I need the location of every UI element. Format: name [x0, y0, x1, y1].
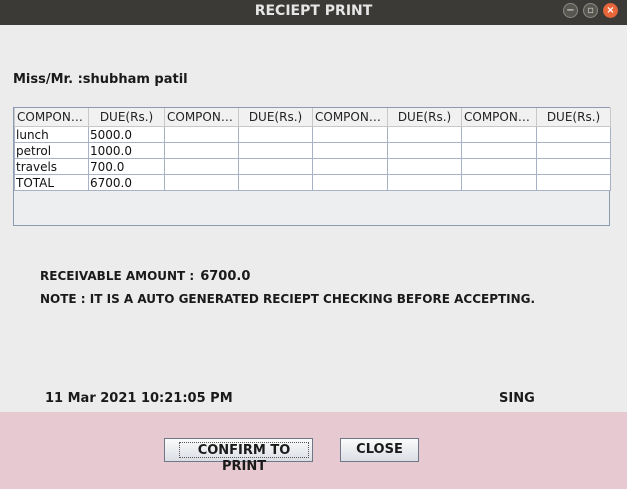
- table-cell[interactable]: [312, 142, 388, 159]
- table-cell[interactable]: [461, 126, 537, 143]
- table-cell[interactable]: [164, 158, 239, 175]
- table-cell[interactable]: [387, 126, 462, 143]
- table-cell[interactable]: [387, 142, 462, 159]
- receivable-amount: RECEIVABLE AMOUNT : 6700.0: [40, 269, 250, 284]
- receipt-datetime: 11 Mar 2021 10:21:05 PM: [45, 391, 233, 406]
- table-cell[interactable]: [312, 126, 388, 143]
- column-header-due[interactable]: DUE(Rs.): [536, 108, 611, 127]
- table-cell[interactable]: [461, 158, 537, 175]
- table-cell[interactable]: [238, 142, 313, 159]
- table-cell[interactable]: [387, 158, 462, 175]
- signature-label: SING: [499, 391, 535, 406]
- title-bar: RECIEPT PRINT − ▫ ×: [0, 0, 627, 25]
- table-cell[interactable]: [164, 142, 239, 159]
- note-text: NOTE : IT IS A AUTO GENERATED RECIEPT CH…: [40, 292, 536, 306]
- table-cell[interactable]: [164, 174, 239, 191]
- column-header-component[interactable]: COMPONE...: [461, 108, 537, 127]
- column-header-component[interactable]: COMPONE...: [164, 108, 239, 127]
- minimize-icon[interactable]: −: [563, 3, 578, 18]
- table-cell[interactable]: [536, 158, 611, 175]
- close-window-icon[interactable]: ×: [603, 3, 618, 18]
- table-cell[interactable]: petrol: [14, 142, 89, 159]
- table-cell[interactable]: [536, 174, 611, 191]
- table-cell[interactable]: lunch: [14, 126, 89, 143]
- receivable-amount-label: RECEIVABLE AMOUNT :: [40, 269, 195, 283]
- column-header-due[interactable]: DUE(Rs.): [387, 108, 462, 127]
- receivable-amount-value: 6700.0: [200, 269, 251, 284]
- table-cell[interactable]: [387, 174, 462, 191]
- column-header-due[interactable]: DUE(Rs.): [88, 108, 165, 127]
- table-cell[interactable]: [238, 158, 313, 175]
- table-cell[interactable]: travels: [14, 158, 89, 175]
- receipt-table-container[interactable]: COMPONE... DUE(Rs.) COMPONE... DUE(Rs.) …: [13, 107, 611, 226]
- maximize-icon[interactable]: ▫: [583, 3, 598, 18]
- table-cell[interactable]: [461, 174, 537, 191]
- column-header-component[interactable]: COMPONE...: [312, 108, 388, 127]
- table-header-row: COMPONE... DUE(Rs.) COMPONE... DUE(Rs.) …: [14, 108, 611, 127]
- table-cell[interactable]: 1000.0: [88, 142, 165, 159]
- table-row[interactable]: lunch 5000.0: [14, 126, 611, 143]
- table-cell[interactable]: 700.0: [88, 158, 165, 175]
- confirm-button-label: CONFIRM TO PRINT: [179, 442, 309, 474]
- table-row-total[interactable]: TOTAL 6700.0: [14, 174, 611, 191]
- table-cell[interactable]: TOTAL: [14, 174, 89, 191]
- table-cell[interactable]: 6700.0: [88, 174, 165, 191]
- table-cell[interactable]: [164, 126, 239, 143]
- table-cell[interactable]: [536, 126, 611, 143]
- close-button[interactable]: CLOSE: [340, 438, 419, 462]
- table-cell[interactable]: [238, 126, 313, 143]
- table-cell[interactable]: [461, 142, 537, 159]
- column-header-component[interactable]: COMPONE...: [14, 108, 89, 127]
- table-row[interactable]: petrol 1000.0: [14, 142, 611, 159]
- window-title: RECIEPT PRINT: [254, 3, 373, 19]
- table-cell[interactable]: [238, 174, 313, 191]
- customer-name-label: Miss/Mr. :shubham patil: [13, 72, 188, 87]
- receipt-table: COMPONE... DUE(Rs.) COMPONE... DUE(Rs.) …: [14, 108, 611, 191]
- confirm-to-print-button[interactable]: CONFIRM TO PRINT: [164, 438, 313, 474]
- table-cell[interactable]: [312, 174, 388, 191]
- button-panel: [0, 412, 627, 489]
- column-header-due[interactable]: DUE(Rs.): [238, 108, 313, 127]
- table-row[interactable]: travels 700.0: [14, 158, 611, 175]
- table-cell[interactable]: [536, 142, 611, 159]
- table-cell[interactable]: [312, 158, 388, 175]
- table-cell[interactable]: 5000.0: [88, 126, 165, 143]
